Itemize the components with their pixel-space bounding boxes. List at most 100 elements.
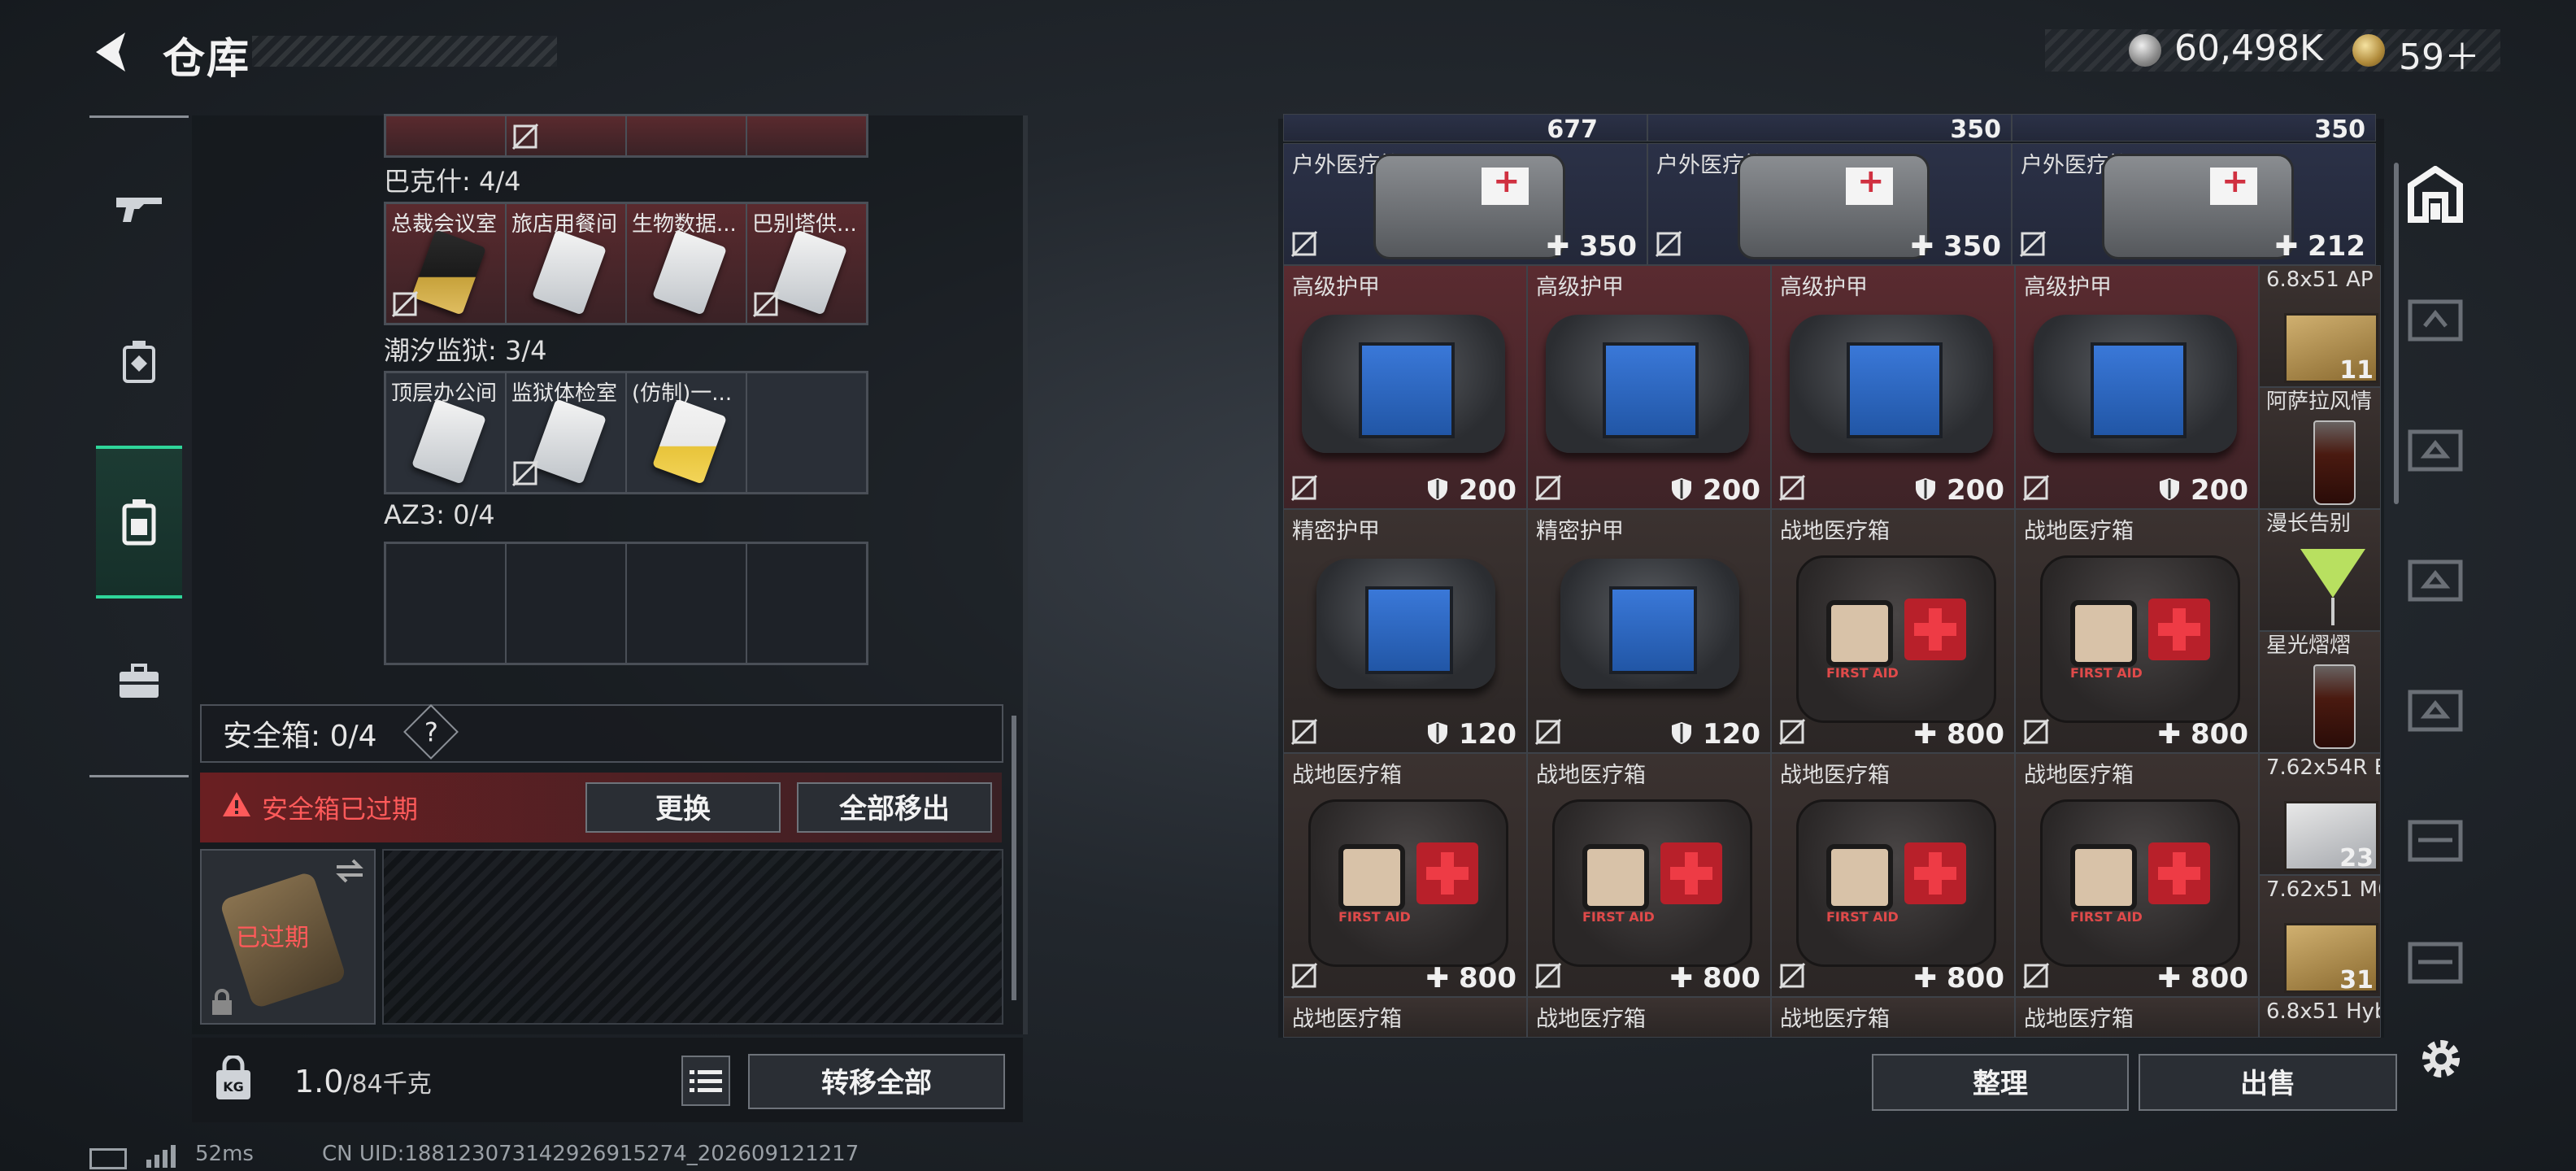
item-slot[interactable]: 星光熠熠 [2259, 631, 2381, 753]
item-slot[interactable]: 战地医疗箱 [1527, 997, 1771, 1038]
item-slot[interactable]: 阿萨拉风情 [2259, 387, 2381, 509]
item-slot[interactable]: 战地医疗箱 [1771, 997, 2015, 1038]
item-slot[interactable]: 战地医疗箱 FIRST AID ✚ 800 [1527, 753, 1771, 997]
item-slot[interactable]: 战地医疗箱 FIRST AID ✚ 800 [1283, 753, 1527, 997]
shield-icon [1916, 478, 1936, 500]
item-slot[interactable]: 战地医疗箱 FIRST AID ✚ 800 [2015, 509, 2259, 753]
toolbox-tab[interactable] [96, 608, 182, 755]
item-slot[interactable]: 户外医疗箱✚ 350 [1647, 143, 2012, 265]
keycard-image [531, 229, 607, 316]
settings-gear-icon[interactable] [2415, 1033, 2467, 1085]
backpack-tab[interactable] [96, 446, 182, 599]
item-slot[interactable]: 户外医疗箱✚ 212 [2012, 143, 2376, 265]
item-slot[interactable]: 战地医疗箱 FIRST AID ✚ 800 [1771, 509, 2015, 753]
ticket-amount[interactable]: 59＋ [2399, 28, 2480, 80]
item-value: ✚ 350 [1546, 230, 1637, 263]
weapon-tab[interactable] [96, 134, 182, 281]
item-name: 战地医疗箱 [1292, 1007, 1402, 1032]
item-slot[interactable]: 战地医疗箱 [1283, 997, 1527, 1038]
item-slot[interactable]: 350 [2012, 114, 2376, 141]
key-slot[interactable] [626, 115, 746, 156]
item-value: 120 [1426, 718, 1516, 751]
item-slot[interactable]: 7.62x54R BT 23 [2259, 753, 2381, 875]
key-slot[interactable]: (仿制)一... [626, 372, 746, 493]
item-slot[interactable]: 高级护甲 200 [1771, 265, 2015, 509]
plus-icon: ✚ [1669, 962, 1694, 995]
item-slot[interactable]: 战地医疗箱 FIRST AID ✚ 800 [2015, 753, 2259, 997]
storage-tab-2[interactable] [2399, 283, 2472, 356]
key-slot[interactable]: 巴别塔供... [746, 203, 867, 324]
replace-button[interactable]: 更换 [585, 782, 781, 833]
equipment-icon [123, 341, 155, 383]
lock-icon [212, 989, 232, 1015]
item-slot[interactable]: 6.8x51 AP 11 [2259, 265, 2381, 387]
storage-tab-all[interactable] [2399, 158, 2472, 231]
user-uid: CN UID:188123073142926915274_20260912121… [322, 1142, 859, 1166]
item-slot[interactable]: 高级护甲 200 [1527, 265, 1771, 509]
storage-tab-7[interactable] [2399, 925, 2472, 999]
first-aid-kit-image: FIRST AID [1552, 799, 1752, 967]
key-slot[interactable]: 顶层办公间 [385, 372, 506, 493]
item-slot[interactable]: 户外医疗箱✚ 350 [1283, 143, 1647, 265]
item-slot[interactable]: 战地医疗箱 [2015, 997, 2259, 1038]
storage-tab-3[interactable] [2399, 413, 2472, 486]
sort-button[interactable]: 整理 [1872, 1054, 2129, 1111]
item-name: 阿萨拉风情 [2266, 390, 2373, 414]
storage-tab-5[interactable] [2399, 673, 2472, 747]
storage-box-icon [2408, 299, 2463, 342]
plus-icon: ✚ [2157, 962, 2182, 995]
item-value: ✚ 800 [2157, 718, 2248, 751]
key-grid-bakshi: 总裁会议室 旅店用餐间 生物数据... 巴别塔供... [384, 202, 868, 325]
item-slot[interactable]: 677 [1283, 114, 1647, 141]
item-slot[interactable]: 战地医疗箱 FIRST AID ✚ 800 [1771, 753, 2015, 997]
item-slot[interactable]: 7.62x51 M62 31 [2259, 875, 2381, 997]
svg-text:KG: KG [223, 1079, 244, 1095]
storage-box-icon [2408, 559, 2463, 602]
key-slot[interactable] [385, 543, 506, 664]
key-slot[interactable] [385, 115, 506, 156]
list-view-button[interactable] [681, 1056, 730, 1106]
storage-box-icon [2408, 820, 2463, 862]
no-drop-icon [2022, 718, 2050, 746]
transfer-all-button[interactable]: 转移全部 [748, 1054, 1005, 1109]
item-name: 战地医疗箱 [1536, 1007, 1646, 1032]
key-grid-az3 [384, 542, 868, 665]
item-value: ✚ 800 [1913, 962, 2004, 995]
item-name: 星光熠熠 [2266, 633, 2352, 658]
item-name: 精密护甲 [1536, 519, 1624, 544]
item-slot[interactable]: 6.8x51 Hybrid [2259, 997, 2381, 1038]
key-slot[interactable] [746, 115, 867, 156]
signal-icon [146, 1143, 179, 1171]
item-slot[interactable]: 精密护甲 120 [1527, 509, 1771, 753]
storage-tab-6[interactable] [2399, 803, 2472, 877]
item-name: 高级护甲 [1292, 275, 1380, 300]
back-icon[interactable] [88, 28, 137, 76]
plus-icon: ✚ [1425, 962, 1450, 995]
remove-all-button[interactable]: 全部移出 [797, 782, 992, 833]
sell-button[interactable]: 出售 [2139, 1054, 2397, 1111]
key-slot[interactable]: 旅店用餐间 [506, 203, 626, 324]
key-slot[interactable] [746, 543, 867, 664]
equipment-tab[interactable] [96, 289, 182, 435]
key-slot[interactable] [746, 372, 867, 493]
key-slot[interactable] [626, 543, 746, 664]
item-slot[interactable]: 高级护甲 200 [1283, 265, 1527, 509]
armor-bag-image [1316, 559, 1495, 689]
key-slot[interactable]: 监狱体检室 [506, 372, 626, 493]
storage-tab-4[interactable] [2399, 543, 2472, 616]
key-slot[interactable]: 总裁会议室 [385, 203, 506, 324]
item-slot[interactable]: 漫长告别 [2259, 509, 2381, 631]
storage-box-icon [2408, 690, 2463, 732]
key-slot[interactable] [506, 115, 626, 156]
key-slot[interactable] [506, 543, 626, 664]
item-slot[interactable]: 350 [1647, 114, 2012, 141]
item-slot[interactable]: 高级护甲 200 [2015, 265, 2259, 509]
shield-icon [1428, 478, 1448, 500]
no-drop-icon [2022, 474, 2050, 502]
item-slot[interactable]: 精密护甲 120 [1283, 509, 1527, 753]
key-name: (仿制)一... [632, 381, 733, 406]
key-slot[interactable]: 生物数据... [626, 203, 746, 324]
left-scrollbar[interactable] [1012, 716, 1016, 1000]
storage-box-icon [2408, 942, 2463, 984]
item-value: ✚ 350 [1910, 230, 2001, 263]
